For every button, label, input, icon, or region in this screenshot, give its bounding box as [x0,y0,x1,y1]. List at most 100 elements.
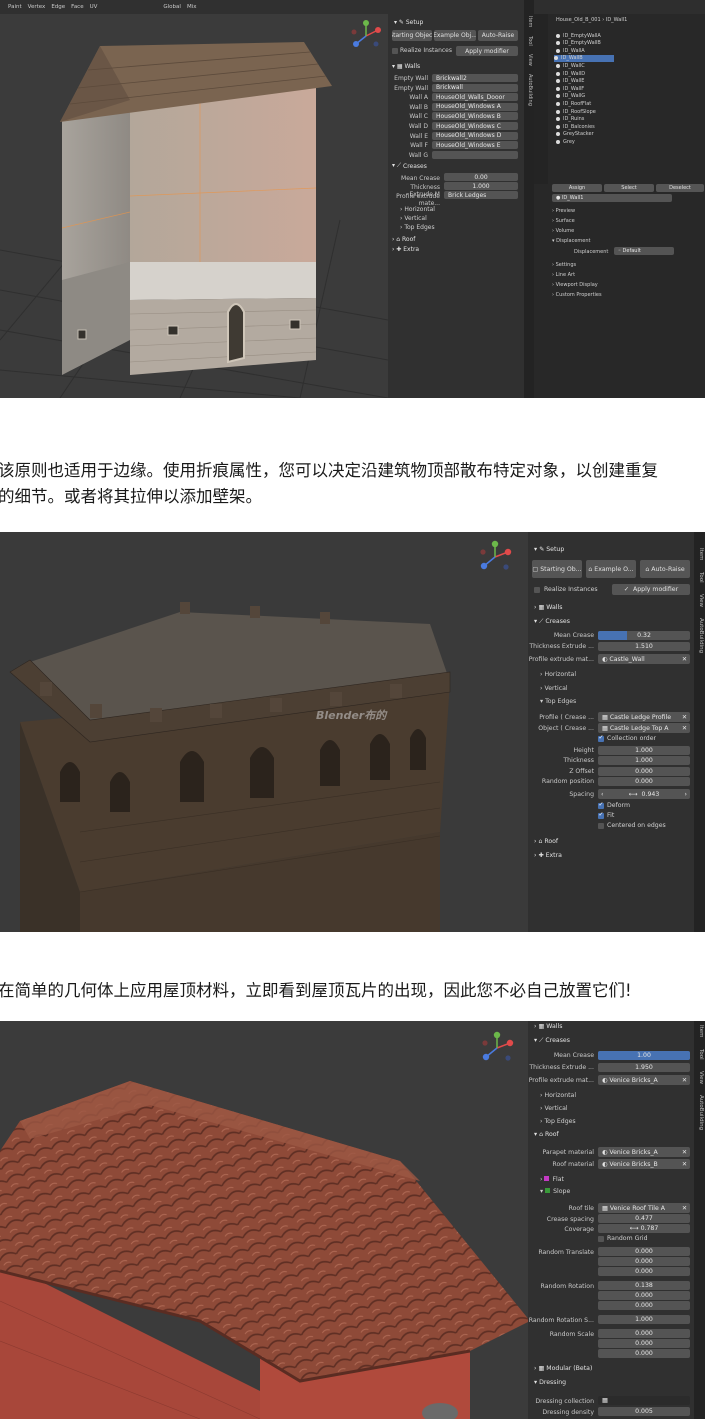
material-slot-item[interactable]: ID_WallE [556,78,584,85]
creases-header[interactable]: ▾ ⟋ Creases [392,162,524,170]
roof-header[interactable]: › ⌂ Roof [392,236,415,243]
starting-object-button[interactable]: ▢ Starting Ob... [532,560,582,578]
wall-row-field[interactable] [432,150,518,159]
surface-section[interactable]: › Surface [552,218,575,224]
collection-order-checkbox[interactable] [598,734,604,742]
line-art-section[interactable]: › Line Art [552,272,575,278]
thickness-field[interactable]: 1.510 [598,642,690,651]
navigation-gizmo-icon[interactable] [480,1031,514,1065]
vertical-section[interactable]: › Vertical [540,1105,568,1112]
creases-header[interactable]: ▾ ⟋ Creases [534,1037,570,1045]
profile-field[interactable]: ◐ Castle_Wall ✕ [598,654,690,664]
mean-crease-slider[interactable]: 1.00 [598,1051,690,1060]
material-slot-item[interactable]: ID_Ruins [556,116,584,123]
starting-object-button[interactable]: Starting Object [392,30,432,41]
tab-item[interactable]: Item [698,1025,704,1038]
example-object-button[interactable]: ⌂ Example O... [586,560,636,578]
tab-view[interactable]: View [527,54,533,66]
walls-header[interactable]: › ▦ Walls [534,1023,562,1030]
object-crease-field[interactable]: ▦ Castle Ledge Top A ✕ [598,723,690,733]
random-grid-checkbox[interactable] [598,1236,604,1242]
roof-header[interactable]: › ⌂ Roof [534,838,558,845]
random-rotation-z[interactable]: 0.000 [598,1301,690,1310]
tab-autobuilding[interactable]: AutoBuilding [698,618,704,653]
navigation-gizmo-icon[interactable] [350,20,382,52]
walls-header[interactable]: › ▦ Walls [534,604,562,611]
setup-header[interactable]: ▾ ✎ Setup [534,546,564,553]
wall-row-field[interactable]: HouseOld_Windows A [432,102,518,111]
wall-row-field[interactable]: HouseOld_Windows B [432,112,518,121]
mean-crease-field[interactable]: 0.00 [444,173,518,181]
menu-uv[interactable]: UV [90,4,98,10]
deselect-button[interactable]: Deselect [656,184,704,192]
tab-view[interactable]: View [698,1071,704,1084]
assign-button[interactable]: Assign [552,184,602,192]
material-slot-item[interactable]: ID_WallF [556,85,584,92]
transform-orientation[interactable]: Global [163,4,181,10]
modular-header[interactable]: › ▦ Modular (Beta) [534,1365,592,1372]
menu-edge[interactable]: Edge [51,4,65,10]
menu-paint[interactable]: Paint [8,4,22,10]
extra-header[interactable]: › ✚ Extra [534,852,562,859]
navigation-gizmo-icon[interactable] [478,540,512,574]
top-edges-field-value[interactable]: 0.000 [598,766,690,776]
viewport-3d[interactable] [0,0,388,398]
mean-crease-slider[interactable]: 0.32 [598,631,690,640]
tab-item[interactable]: Item [527,16,533,27]
creases-header[interactable]: ▾ ⟋ Creases [534,618,570,626]
wall-row-field[interactable]: HouseOld_Windows D [432,131,518,140]
slope-section[interactable]: ▾ Slope [540,1188,570,1195]
wall-row-field[interactable]: HouseOld_Windows C [432,122,518,130]
random-scale-x[interactable]: 0.000 [598,1329,690,1338]
spacing-field[interactable]: ‹ ⟷ 0.943 › [598,789,690,799]
crease-spacing-field[interactable]: 0.477 [598,1214,690,1223]
profile-field[interactable]: Brick Ledges [444,191,518,199]
menu-vertex[interactable]: Vertex [28,4,46,10]
settings-section[interactable]: › Settings [552,262,576,268]
top-edges-field-value[interactable]: 1.000 [598,756,690,766]
vertical-section[interactable]: › Vertical [540,685,568,692]
wall-row-field[interactable]: HouseOld_Windows E [432,141,518,150]
viewport-display-section[interactable]: › Viewport Display [552,282,598,288]
parapet-material-field[interactable]: ◐ Venice Bricks_A ✕ [598,1147,690,1157]
material-slot-item[interactable]: ID_WallB [554,54,614,62]
extra-header[interactable]: › ✚ Extra [392,246,419,253]
snap-mode[interactable]: Mix [187,4,197,10]
material-slot-item[interactable]: GreyStacker [556,131,594,138]
random-scale-y[interactable]: 0.000 [598,1339,690,1348]
random-translate-z[interactable]: 0.000 [598,1267,690,1276]
displacement-field[interactable]: ◦ Default [614,247,674,255]
top-edges-field-value[interactable]: 0.000 [598,777,690,787]
tab-autobuilding[interactable]: AutoBuilding [527,74,533,106]
random-rotation-x[interactable]: 0.138 [598,1281,690,1290]
auto-raise-button[interactable]: ⌂ Auto-Raise [640,560,690,578]
random-scale-z[interactable]: 0.000 [598,1349,690,1358]
realize-instances-checkbox[interactable] [392,48,398,54]
menu-face[interactable]: Face [71,4,83,10]
flat-section[interactable]: › Flat [540,1176,564,1183]
material-slot-item[interactable]: ID_WallA [556,47,585,54]
material-slot-item[interactable]: ID_RoofFlat [556,100,591,107]
material-slot-item[interactable]: ID_WallG [556,93,585,100]
apply-modifier-button[interactable]: ✓ Apply modifier [612,584,690,595]
fit-checkbox[interactable] [598,811,604,819]
material-slot-item[interactable]: Grey [556,138,575,145]
deform-checkbox[interactable] [598,801,604,809]
centered-on-edges-checkbox[interactable] [598,823,604,829]
wall-row-field[interactable]: HouseOld_Walls_Dooor [432,93,518,102]
walls-header[interactable]: ▾ ▦ Walls [392,62,524,70]
material-slot-item[interactable]: ID_EmptyWallA [556,32,601,39]
select-button[interactable]: Select [604,184,654,192]
tab-tool[interactable]: Tool [527,36,533,46]
tab-item[interactable]: Item [698,548,704,561]
roof-tile-field[interactable]: ▦ Venice Roof Tile A ✕ [598,1203,690,1213]
material-slot-item[interactable]: ID_Balconies [556,123,595,130]
roof-material-field[interactable]: ◐ Venice Bricks_B ✕ [598,1159,690,1169]
material-slot-item[interactable]: ID_WallC [556,62,585,69]
top-edges-field-value[interactable]: 1.000 [598,746,690,755]
horizontal-section[interactable]: › Horizontal [540,671,576,678]
volume-section[interactable]: › Volume [552,228,574,234]
realize-instances-checkbox[interactable] [534,587,540,593]
material-slot-item[interactable]: ID_EmptyWallB [556,40,601,47]
wall-row-field[interactable]: Brickwall [432,83,518,92]
